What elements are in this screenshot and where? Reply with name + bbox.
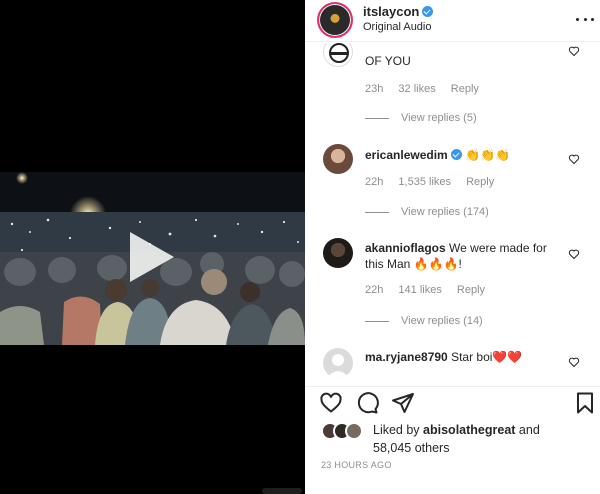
post-header: itslaycon Original Audio	[305, 0, 600, 42]
comment-body: akannioflagos We were made for this Man …	[365, 240, 547, 272]
view-replies-label[interactable]: View replies (174)	[401, 206, 489, 218]
likes-prefix: Liked by	[373, 423, 420, 437]
comment-icon[interactable]	[355, 391, 379, 415]
action-bar	[305, 386, 600, 416]
view-replies-label[interactable]: View replies (14)	[401, 315, 483, 327]
reply-button[interactable]: Reply	[451, 83, 479, 95]
post-timestamp[interactable]: 23 HOURS AGO	[321, 460, 392, 470]
likes-text: Liked by abisolathegreat and 58,045 othe…	[373, 421, 540, 457]
comment-text: Star boi❤️❤️	[451, 350, 523, 364]
bookmark-icon[interactable]	[573, 391, 597, 415]
view-replies-button[interactable]: View replies (14)	[365, 315, 483, 327]
verified-badge-icon	[450, 149, 462, 160]
view-replies-button[interactable]: View replies (5)	[365, 112, 477, 124]
comment-likes[interactable]: 1,535 likes	[398, 176, 451, 188]
comment-meta: 22h 1,535 likes Reply	[365, 176, 506, 188]
liker-username[interactable]: abisolathegreat	[423, 423, 515, 437]
author-username[interactable]: itslaycon	[363, 4, 434, 19]
likes-count[interactable]: 58,045 others	[373, 441, 449, 455]
comment-body: ma.ryjane8790 Star boi❤️❤️	[365, 349, 522, 365]
comment-username[interactable]: akannioflagos	[365, 241, 446, 255]
send-icon[interactable]	[391, 391, 415, 415]
comment-like-heart-icon[interactable]	[568, 356, 580, 368]
comment-text-line1: We were made for	[449, 241, 547, 255]
reply-button[interactable]: Reply	[457, 284, 485, 296]
author-username-text[interactable]: itslaycon	[363, 4, 419, 19]
comment-like-heart-icon[interactable]	[568, 45, 580, 57]
comment-text: 👏👏👏	[465, 148, 510, 162]
comment-meta: 22h 141 likes Reply	[365, 284, 497, 296]
comment-avatar[interactable]	[323, 238, 353, 268]
comment-avatar[interactable]	[323, 43, 353, 67]
comment-meta: 23h 32 likes Reply	[365, 83, 491, 95]
liker-avatars[interactable]	[321, 422, 369, 440]
comment-likes[interactable]: 32 likes	[398, 83, 435, 95]
comment-avatar[interactable]	[323, 144, 353, 174]
heart-icon[interactable]	[319, 391, 343, 415]
play-icon[interactable]	[122, 228, 180, 286]
post-panel: itslaycon Original Audio OF YOU 23h 32 l…	[305, 0, 600, 494]
comment-like-heart-icon[interactable]	[568, 153, 580, 165]
more-horizontal-icon[interactable]	[576, 10, 594, 28]
view-replies-button[interactable]: View replies (174)	[365, 206, 489, 218]
comment-username[interactable]: ma.ryjane8790	[365, 350, 448, 364]
comment-like-heart-icon[interactable]	[568, 248, 580, 260]
comment-username[interactable]: ericanlewedim	[365, 148, 448, 162]
likes-summary: Liked by abisolathegreat and 58,045 othe…	[321, 418, 591, 458]
comment-avatar[interactable]	[323, 348, 353, 378]
comments-list[interactable]: OF YOU 23h 32 likes Reply View replies (…	[305, 43, 600, 378]
comment-text: OF YOU	[365, 54, 411, 68]
comment-time: 23h	[365, 83, 384, 95]
default-avatar-icon	[327, 354, 349, 378]
comment-body: ericanlewedim 👏👏👏	[365, 147, 510, 163]
comment-time: 22h	[365, 176, 384, 188]
author-avatar[interactable]	[317, 2, 353, 38]
video-progress-mark	[262, 488, 302, 494]
comment-text-line2: this Man 🔥🔥🔥!	[365, 257, 462, 271]
view-replies-label[interactable]: View replies (5)	[401, 112, 477, 124]
video-player[interactable]	[0, 0, 305, 494]
reply-button[interactable]: Reply	[466, 176, 494, 188]
likes-and: and	[518, 423, 540, 437]
verified-badge-icon	[422, 6, 434, 17]
comment-time: 22h	[365, 284, 384, 296]
logo-avatar-icon	[329, 43, 349, 63]
comment-likes[interactable]: 141 likes	[398, 284, 441, 296]
audio-label[interactable]: Original Audio	[363, 21, 432, 33]
